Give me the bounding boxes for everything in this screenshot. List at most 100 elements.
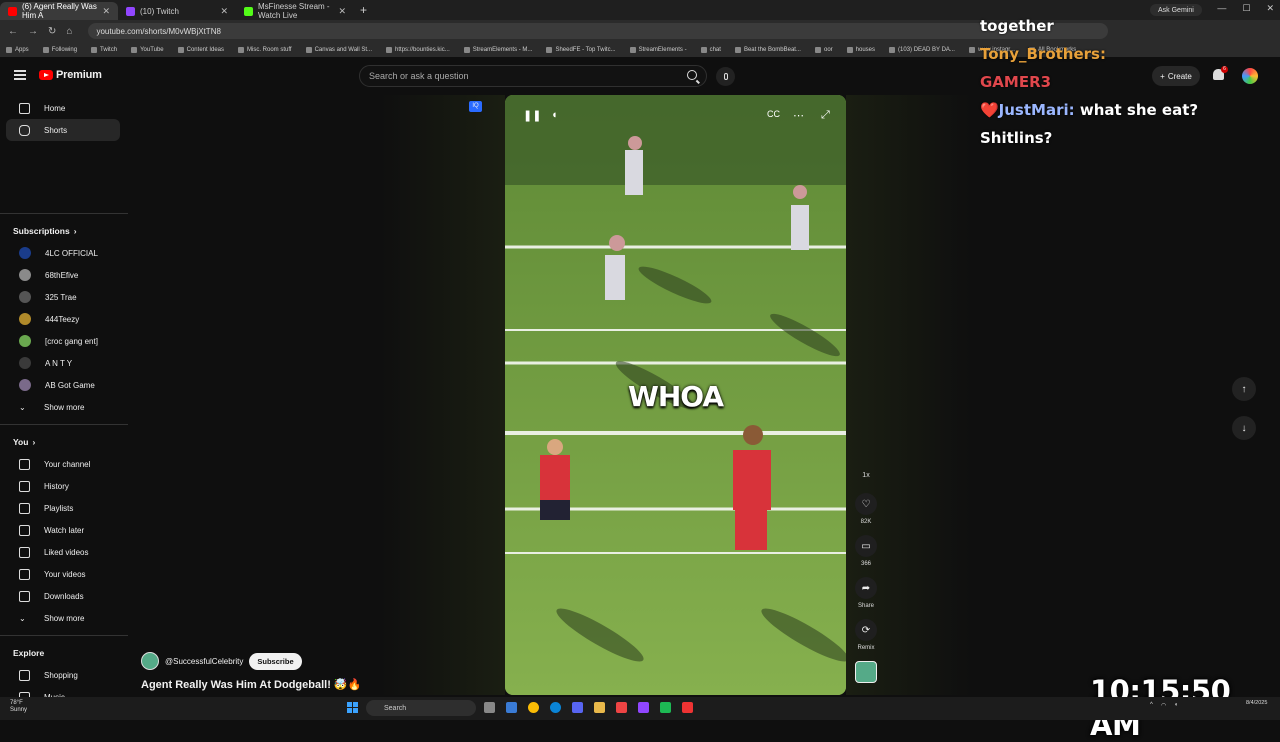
spotify-icon[interactable] (660, 702, 671, 713)
sidebar-item-home[interactable]: Home (6, 97, 120, 119)
menu-icon[interactable] (14, 70, 26, 80)
sound-thumbnail[interactable] (855, 661, 877, 683)
chevron-up-icon[interactable]: ^ (1150, 702, 1153, 709)
sidebar-item-downloads[interactable]: Downloads (6, 585, 120, 607)
bookmark-item[interactable]: https://bounties.kic... (386, 46, 450, 53)
sidebar-item-label: Liked videos (44, 547, 89, 557)
sidebar-item-your-channel[interactable]: Your channel (6, 453, 120, 475)
browser-tab-kick[interactable]: MsFinesse Stream - Watch Live ✕ (236, 2, 354, 20)
sidebar-item-ab-got-game[interactable]: AB Got Game (6, 374, 120, 396)
sidebar-item-watch-later[interactable]: Watch later (6, 519, 120, 541)
chat-line: GAMER3 (980, 68, 1280, 96)
back-icon[interactable]: ← (8, 26, 18, 37)
pause-icon[interactable]: ❚❚ (523, 109, 541, 122)
bookmark-icon (238, 46, 244, 53)
sidebar-item-4lc-official[interactable]: 4LC OFFICIAL (6, 242, 120, 264)
show-more-you[interactable]: ⌄ Show more (6, 607, 120, 629)
like-button[interactable]: ♡ (855, 493, 877, 515)
short-title[interactable]: Agent Really Was Him At Dodgeball! 🤯🔥 (141, 678, 361, 691)
sidebar-item-croc-gang-ent[interactable]: [croc gang ent] (6, 330, 120, 352)
edge-icon[interactable] (550, 702, 561, 713)
task-view-icon[interactable] (484, 702, 495, 713)
folder-icon[interactable] (594, 702, 605, 713)
bookmark-item[interactable]: YouTube (131, 46, 164, 53)
bookmark-item[interactable]: houses (846, 46, 875, 53)
channel-avatar[interactable] (141, 652, 159, 670)
bookmark-item[interactable]: Misc. Room stuff (238, 46, 292, 53)
sidebar-item-shopping[interactable]: Shopping (6, 664, 120, 686)
sidebar-item-label: A N T Y (45, 358, 73, 368)
taskbar-search[interactable]: Search (366, 700, 476, 716)
bookmark-item[interactable]: Beat the BombBeat... (734, 46, 801, 53)
bookmark-label: Canvas and Wall St... (314, 46, 373, 53)
sidebar-item-label: [croc gang ent] (45, 336, 98, 346)
playback-speed[interactable]: 1x (862, 472, 869, 479)
more-options-icon[interactable]: ⋯ (793, 109, 804, 122)
sidebar-item-your-videos[interactable]: Your videos (6, 563, 120, 585)
bookmark-item[interactable]: Canvas and Wall St... (305, 46, 373, 53)
file-explorer-icon[interactable] (506, 702, 517, 713)
bookmark-label: Following (51, 46, 78, 53)
sidebar-item-playlists[interactable]: Playlists (6, 497, 120, 519)
next-short-button[interactable]: ↓ (1232, 416, 1256, 440)
browser-tab-youtube[interactable]: (6) Agent Really Was Him A ✕ (0, 2, 118, 20)
close-tab-icon[interactable]: ✕ (220, 6, 228, 17)
short-video-player[interactable]: WHOA ❚❚ ◖ CC ⋯ ⤢ (505, 95, 846, 695)
sidebar-item-liked-videos[interactable]: Liked videos (6, 541, 120, 563)
bookmark-item[interactable]: oor (814, 46, 833, 53)
captions-icon[interactable]: CC (767, 109, 780, 119)
twitch-app-icon[interactable] (638, 702, 649, 713)
chrome-icon[interactable] (528, 702, 539, 713)
chevron-right-icon: › (32, 437, 36, 447)
volume-tray-icon[interactable]: ◖ (1174, 702, 1178, 709)
bookmark-item[interactable]: (103) DEAD BY DA... (889, 46, 955, 53)
fullscreen-icon[interactable]: ⤢ (821, 109, 830, 122)
sidebar-item-444teezy[interactable]: 444Teezy (6, 308, 120, 330)
reload-icon[interactable]: ↻ (48, 26, 56, 37)
new-tab-button[interactable]: + (360, 3, 367, 17)
subscriptions-heading[interactable]: Subscriptions › (0, 220, 128, 242)
obs-icon[interactable] (616, 702, 627, 713)
previous-short-button[interactable]: ↑ (1232, 377, 1256, 401)
remix-button[interactable]: ⟳ (855, 619, 877, 641)
sidebar-item-history[interactable]: History (6, 475, 120, 497)
bookmark-item[interactable]: StreamElements - (629, 46, 687, 53)
channel-avatar (19, 269, 31, 281)
sidebar-item-325-trae[interactable]: 325 Trae (6, 286, 120, 308)
bookmark-item[interactable]: Twitch (91, 46, 117, 53)
bookmark-item[interactable]: Apps (6, 46, 29, 53)
close-tab-icon[interactable]: ✕ (338, 6, 346, 17)
show-more-subscriptions[interactable]: ⌄ Show more (6, 396, 120, 418)
volume-icon[interactable]: ◖ (551, 109, 558, 121)
sidebar-item-label: 444Teezy (45, 314, 80, 324)
you-heading[interactable]: You › (0, 431, 128, 453)
url-field[interactable]: youtube.com/shorts/M0vWBjXtTN8 (88, 23, 1109, 39)
discord-icon[interactable] (572, 702, 583, 713)
windows-start-icon[interactable] (347, 702, 358, 713)
search-icon[interactable] (687, 70, 697, 80)
bookmark-item[interactable]: SheedFE - Top Twitc... (546, 46, 616, 53)
app-icon[interactable] (682, 702, 693, 713)
sidebar-item-a-n-t-y[interactable]: A N T Y (6, 352, 120, 374)
arrow-down-icon: ↓ (1241, 422, 1247, 434)
weather-widget[interactable]: 78°F Sunny (10, 700, 27, 714)
close-tab-icon[interactable]: ✕ (102, 6, 110, 17)
forward-icon[interactable]: → (28, 26, 38, 37)
voice-search-button[interactable] (716, 67, 735, 86)
bookmark-item[interactable]: chat (700, 46, 721, 53)
home-icon[interactable]: ⌂ (66, 26, 72, 37)
bookmark-item[interactable]: StreamElements - M... (463, 46, 532, 53)
sidebar-item-shorts[interactable]: Shorts (6, 119, 120, 141)
bookmark-item[interactable]: Content Ideas (177, 46, 224, 53)
channel-name[interactable]: @SuccessfulCelebrity (165, 657, 243, 666)
comment-button[interactable]: ▭ (855, 535, 877, 557)
extension-badge-icon[interactable]: IQ (469, 101, 482, 112)
youtube-logo[interactable]: Premium (39, 69, 102, 81)
browser-tab-twitch[interactable]: (10) Twitch ✕ (118, 2, 236, 20)
wifi-icon[interactable]: ◠ (1161, 702, 1166, 709)
subscribe-button[interactable]: Subscribe (249, 652, 302, 670)
share-button[interactable]: ➦ (855, 577, 877, 599)
bookmark-item[interactable]: Following (42, 46, 78, 53)
search-input[interactable]: Search or ask a question (359, 65, 707, 87)
sidebar-item-68thefive[interactable]: 68thEfive (6, 264, 120, 286)
